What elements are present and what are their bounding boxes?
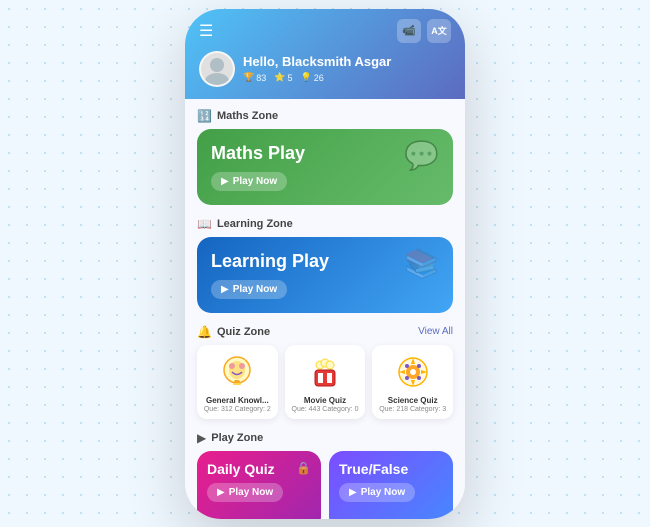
- quiz-zone-icon: 🔔: [197, 325, 212, 339]
- quiz-item-science[interactable]: Science Quiz Que: 218 Category: 3: [372, 345, 453, 419]
- daily-quiz-card[interactable]: 🔒 Daily Quiz ▶ Play Now: [197, 451, 321, 519]
- bulb-icon: 💡: [300, 72, 311, 83]
- true-false-play-icon: ▶: [349, 487, 357, 498]
- quiz-zone-title: Quiz Zone: [217, 326, 270, 338]
- quiz-view-all[interactable]: View All: [418, 326, 453, 337]
- true-false-title: True/False: [339, 461, 443, 477]
- translate-icon-btn[interactable]: A文: [427, 19, 451, 43]
- stat-trophy: 🏆 83: [243, 72, 266, 83]
- stat-trophy-value: 83: [256, 73, 266, 83]
- menu-icon[interactable]: ☰: [199, 21, 213, 41]
- lock-icon: 🔒: [296, 461, 311, 475]
- play-zone-icon: ▶: [197, 431, 206, 445]
- user-info: Hello, Blacksmith Asgar 🏆 83 ⭐ 5 💡 26: [243, 54, 451, 83]
- quiz-item-general-name: General Knowl...: [206, 396, 269, 405]
- quiz-items-row: General Knowl... Que: 312 Category: 2: [197, 345, 453, 419]
- stat-star-value: 5: [287, 73, 292, 83]
- maths-play-label: Play Now: [233, 176, 277, 187]
- true-false-play-button[interactable]: ▶ Play Now: [339, 483, 415, 502]
- maths-zone-icon: 🔢: [197, 109, 212, 123]
- stat-star: ⭐ 5: [274, 72, 292, 83]
- learning-play-card[interactable]: 📚 Learning Play ▶ Play Now: [197, 237, 453, 313]
- avatar: [199, 51, 235, 87]
- play-zone-title: Play Zone: [211, 432, 263, 444]
- learning-play-icon: ▶: [221, 284, 229, 295]
- true-false-play-label: Play Now: [361, 487, 405, 498]
- daily-quiz-play-label: Play Now: [229, 487, 273, 498]
- stat-bulb-value: 26: [314, 73, 324, 83]
- daily-quiz-play-button[interactable]: ▶ Play Now: [207, 483, 283, 502]
- learning-zone-header: 📖 Learning Zone: [197, 217, 453, 231]
- quiz-item-general[interactable]: General Knowl... Que: 312 Category: 2: [197, 345, 278, 419]
- video-icon: 📹: [402, 24, 416, 37]
- maths-zone-header: 🔢 Maths Zone: [197, 109, 453, 123]
- maths-deco: 💬: [404, 139, 439, 172]
- stat-bulb: 💡 26: [300, 72, 323, 83]
- quiz-item-science-meta: Que: 218 Category: 3: [379, 406, 446, 413]
- learning-play-label: Play Now: [233, 284, 277, 295]
- star-icon: ⭐: [274, 72, 285, 83]
- quiz-item-science-img: [392, 351, 434, 393]
- learning-play-button[interactable]: ▶ Play Now: [211, 280, 287, 299]
- quiz-item-movie-img: [304, 351, 346, 393]
- user-stats: 🏆 83 ⭐ 5 💡 26: [243, 72, 451, 83]
- translate-icon: A文: [431, 24, 447, 37]
- user-greeting: Hello, Blacksmith Asgar: [243, 54, 451, 69]
- play-zone-cards: 🔒 Daily Quiz ▶ Play Now True/False ▶ Pla…: [197, 451, 453, 519]
- quiz-item-general-meta: Que: 312 Category: 2: [204, 406, 271, 413]
- quiz-item-movie[interactable]: Movie Quiz Que: 443 Category: 0: [285, 345, 366, 419]
- trophy-icon: 🏆: [243, 72, 254, 83]
- quiz-item-general-img: [216, 351, 258, 393]
- main-content: 🔢 Maths Zone 💬 Maths Play ▶ Play Now 📖 L…: [185, 99, 465, 519]
- quiz-item-science-name: Science Quiz: [388, 396, 438, 405]
- maths-play-icon: ▶: [221, 176, 229, 187]
- quiz-zone-header: 🔔 Quiz Zone View All: [197, 325, 453, 339]
- daily-quiz-play-icon: ▶: [217, 487, 225, 498]
- app-header: ☰ 📹 A文 Hello, Blacksmith Asgar: [185, 9, 465, 99]
- true-false-card[interactable]: True/False ▶ Play Now: [329, 451, 453, 519]
- learning-deco: 📚: [404, 247, 439, 280]
- phone-frame: ☰ 📹 A文 Hello, Blacksmith Asgar: [185, 9, 465, 519]
- video-icon-btn[interactable]: 📹: [397, 19, 421, 43]
- maths-zone-title: Maths Zone: [217, 110, 278, 122]
- learning-zone-icon: 📖: [197, 217, 212, 231]
- quiz-item-movie-meta: Que: 443 Category: 0: [292, 406, 359, 413]
- maths-play-button[interactable]: ▶ Play Now: [211, 172, 287, 191]
- play-zone-header: ▶ Play Zone: [197, 431, 453, 445]
- quiz-item-movie-name: Movie Quiz: [304, 396, 346, 405]
- learning-zone-title: Learning Zone: [217, 218, 293, 230]
- maths-play-card[interactable]: 💬 Maths Play ▶ Play Now: [197, 129, 453, 205]
